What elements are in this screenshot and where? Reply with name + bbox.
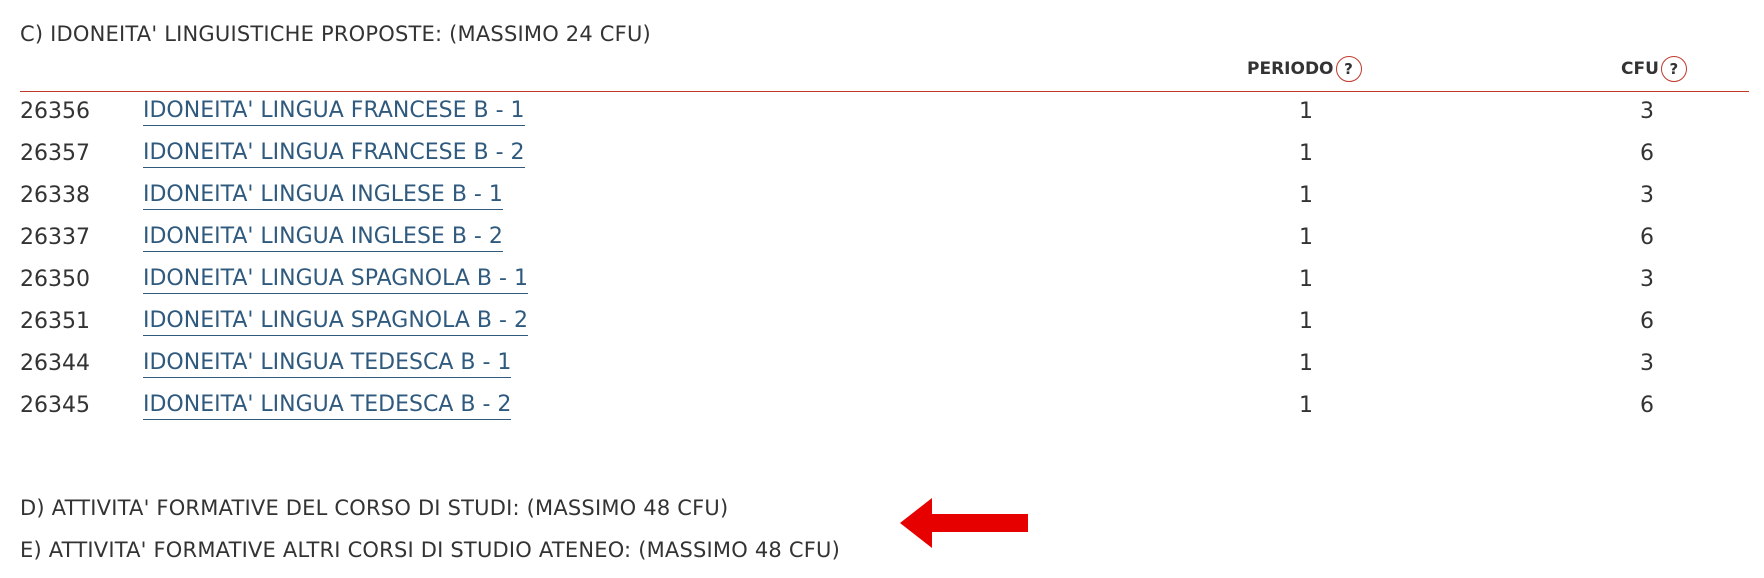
column-header-cfu-label: CFU xyxy=(1621,59,1659,79)
left-arrow-icon xyxy=(900,498,1028,548)
table-row: 26356 IDONEITA' LINGUA FRANCESE B - 1 1 … xyxy=(20,93,1749,135)
course-cfu: 3 xyxy=(1640,267,1654,292)
course-cfu: 6 xyxy=(1640,141,1654,166)
table-row: 26350 IDONEITA' LINGUA SPAGNOLA B - 1 1 … xyxy=(20,261,1749,303)
course-periodo: 1 xyxy=(1299,99,1313,124)
column-header-periodo-label: PERIODO xyxy=(1247,59,1334,79)
course-code: 26357 xyxy=(20,141,90,166)
section-d-title[interactable]: D) ATTIVITA' FORMATIVE DEL CORSO DI STUD… xyxy=(20,496,728,520)
course-link[interactable]: IDONEITA' LINGUA INGLESE B - 2 xyxy=(143,225,503,252)
column-header-cfu: CFU ? xyxy=(1621,56,1687,82)
table-row: 26357 IDONEITA' LINGUA FRANCESE B - 2 1 … xyxy=(20,135,1749,177)
course-periodo: 1 xyxy=(1299,351,1313,376)
course-code: 26338 xyxy=(20,183,90,208)
course-cfu: 6 xyxy=(1640,393,1654,418)
course-cfu: 3 xyxy=(1640,183,1654,208)
table-row: 26344 IDONEITA' LINGUA TEDESCA B - 1 1 3 xyxy=(20,345,1749,387)
course-periodo: 1 xyxy=(1299,183,1313,208)
column-header-periodo: PERIODO ? xyxy=(1247,56,1362,82)
section-c-title: C) IDONEITA' LINGUISTICHE PROPOSTE: (MAS… xyxy=(20,22,651,46)
course-code: 26350 xyxy=(20,267,90,292)
course-cfu: 3 xyxy=(1640,351,1654,376)
table-row: 26337 IDONEITA' LINGUA INGLESE B - 2 1 6 xyxy=(20,219,1749,261)
course-link[interactable]: IDONEITA' LINGUA FRANCESE B - 1 xyxy=(143,99,525,126)
course-code: 26344 xyxy=(20,351,90,376)
course-cfu: 3 xyxy=(1640,99,1654,124)
course-periodo: 1 xyxy=(1299,267,1313,292)
course-table-body: 26356 IDONEITA' LINGUA FRANCESE B - 1 1 … xyxy=(20,93,1749,429)
course-cfu: 6 xyxy=(1640,225,1654,250)
table-header: PERIODO ? CFU ? xyxy=(20,56,1749,92)
course-periodo: 1 xyxy=(1299,225,1313,250)
table-row: 26345 IDONEITA' LINGUA TEDESCA B - 2 1 6 xyxy=(20,387,1749,429)
cfu-help-icon[interactable]: ? xyxy=(1660,56,1687,82)
course-link[interactable]: IDONEITA' LINGUA INGLESE B - 1 xyxy=(143,183,503,210)
course-periodo: 1 xyxy=(1299,141,1313,166)
course-cfu: 6 xyxy=(1640,309,1654,334)
course-link[interactable]: IDONEITA' LINGUA TEDESCA B - 1 xyxy=(143,351,512,378)
table-row: 26351 IDONEITA' LINGUA SPAGNOLA B - 2 1 … xyxy=(20,303,1749,345)
section-e-title[interactable]: E) ATTIVITA' FORMATIVE ALTRI CORSI DI ST… xyxy=(20,538,840,562)
course-link[interactable]: IDONEITA' LINGUA FRANCESE B - 2 xyxy=(143,141,525,168)
course-link[interactable]: IDONEITA' LINGUA TEDESCA B - 2 xyxy=(143,393,512,420)
course-code: 26356 xyxy=(20,99,90,124)
course-link[interactable]: IDONEITA' LINGUA SPAGNOLA B - 1 xyxy=(143,267,528,294)
course-code: 26351 xyxy=(20,309,90,334)
course-code: 26337 xyxy=(20,225,90,250)
course-periodo: 1 xyxy=(1299,393,1313,418)
course-link[interactable]: IDONEITA' LINGUA SPAGNOLA B - 2 xyxy=(143,309,528,336)
course-code: 26345 xyxy=(20,393,90,418)
periodo-help-icon[interactable]: ? xyxy=(1335,56,1362,82)
table-row: 26338 IDONEITA' LINGUA INGLESE B - 1 1 3 xyxy=(20,177,1749,219)
course-periodo: 1 xyxy=(1299,309,1313,334)
